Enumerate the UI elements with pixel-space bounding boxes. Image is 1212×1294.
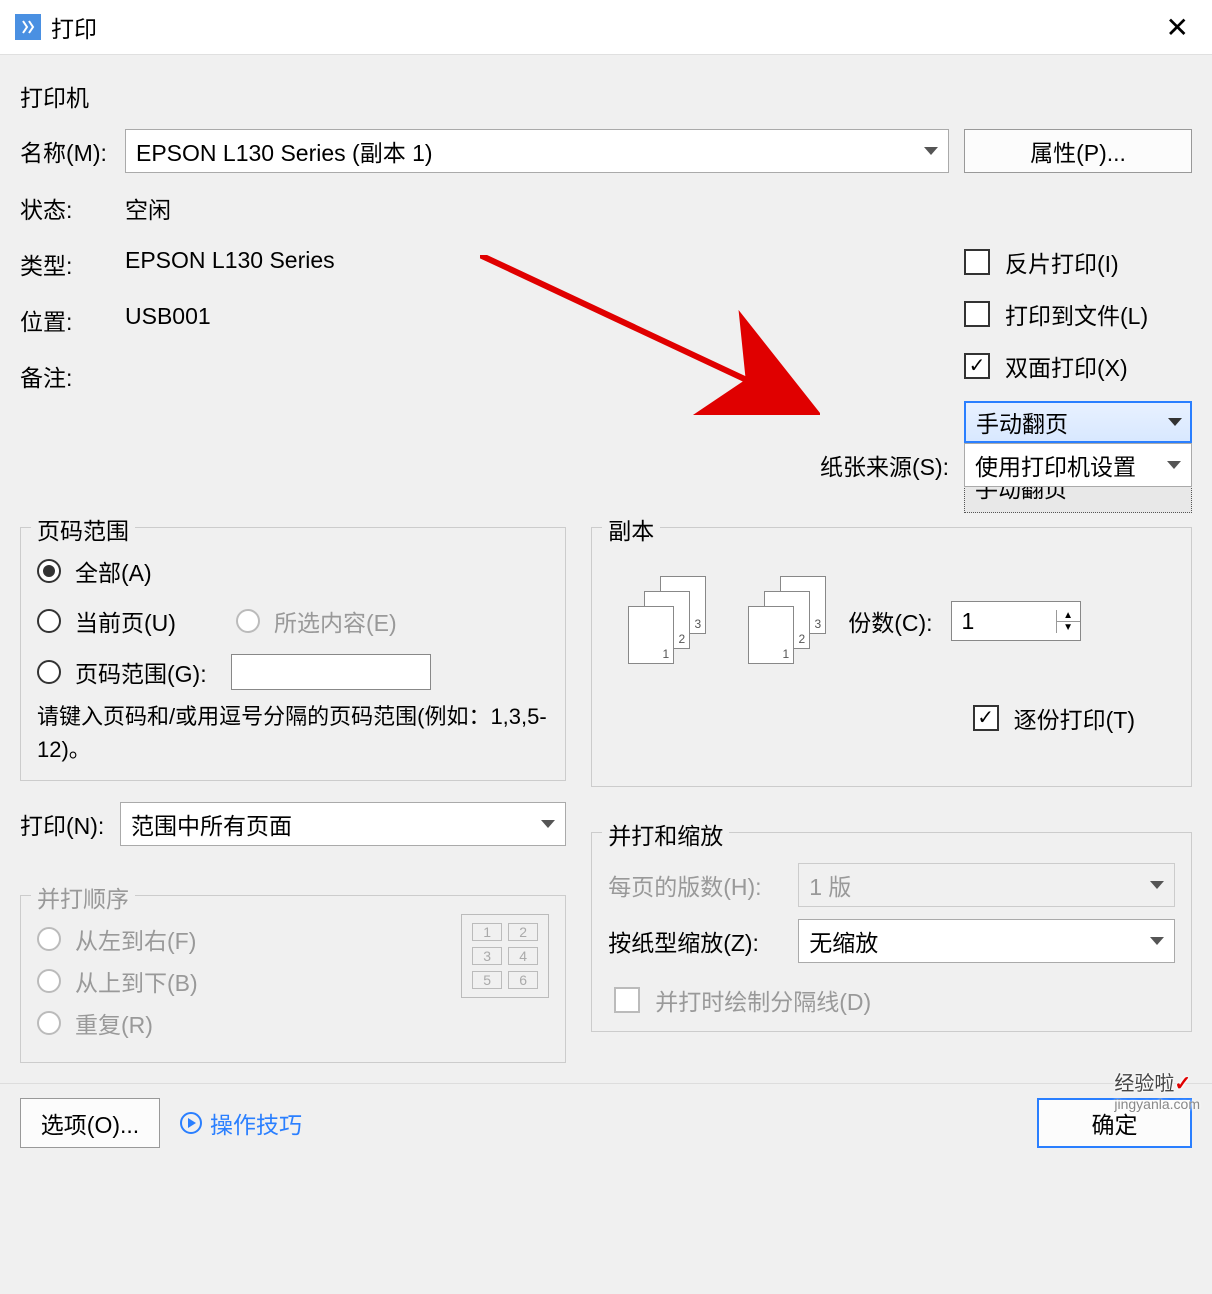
copies-count-label: 份数(C): bbox=[848, 604, 932, 638]
radio-icon bbox=[37, 1011, 61, 1035]
zoom-group: 并打和缩放 每页的版数(H): 1 版 按纸型缩放(Z): 无缩放 bbox=[591, 832, 1192, 1032]
checkbox-icon bbox=[964, 249, 990, 275]
chevron-down-icon bbox=[1150, 881, 1164, 889]
titlebar: 打印 ✕ bbox=[0, 0, 1212, 55]
chevron-down-icon bbox=[1167, 461, 1181, 469]
collate-checkbox[interactable]: 逐份打印(T) bbox=[608, 701, 1175, 735]
zoom-header: 并打和缩放 bbox=[602, 817, 729, 851]
chevron-down-icon bbox=[1150, 937, 1164, 945]
order-diagram: 123456 bbox=[461, 914, 549, 998]
order-group: 并打顺序 从左到右(F) 从上到下(B) bbox=[20, 895, 566, 1063]
printer-name-label: 名称(M): bbox=[20, 134, 125, 168]
scale-select[interactable]: 无缩放 bbox=[798, 919, 1175, 963]
window-title: 打印 bbox=[51, 10, 1158, 44]
copies-header: 副本 bbox=[602, 512, 660, 546]
status-label: 状态: bbox=[20, 191, 125, 225]
spin-down-icon[interactable]: ▼ bbox=[1056, 622, 1080, 633]
page-range-input[interactable] bbox=[231, 654, 431, 690]
printer-name-value: EPSON L130 Series (副本 1) bbox=[136, 134, 433, 168]
checkbox-icon bbox=[614, 987, 640, 1013]
radio-icon bbox=[37, 969, 61, 993]
copies-group: 副本 321 321 份数(C): 1 ▲ ▼ bbox=[591, 527, 1192, 787]
draw-border-checkbox: 并打时绘制分隔线(D) bbox=[614, 983, 1175, 1017]
range-current-radio[interactable]: 当前页(U) bbox=[37, 604, 176, 638]
page-range-hint: 请键入页码和/或用逗号分隔的页码范围(例如：1,3,5-12)。 bbox=[37, 700, 549, 766]
copies-count-input[interactable]: 1 ▲ ▼ bbox=[951, 601, 1081, 641]
order-tb-radio: 从上到下(B) bbox=[37, 964, 431, 998]
chevron-down-icon bbox=[924, 147, 938, 155]
print-to-file-checkbox[interactable]: 打印到文件(L) bbox=[964, 297, 1192, 331]
duplex-checkbox[interactable]: 双面打印(X) bbox=[964, 349, 1192, 383]
chevron-down-icon bbox=[541, 820, 555, 828]
checkbox-icon bbox=[964, 301, 990, 327]
page-range-group: 页码范围 全部(A) 当前页(U) 所选内容(E) bbox=[20, 527, 566, 781]
print-what-select[interactable]: 范围中所有页面 bbox=[120, 802, 566, 846]
play-icon bbox=[180, 1112, 202, 1134]
watermark: 经验啦✓ jingyanla.com bbox=[1114, 1067, 1200, 1112]
comment-label: 备注: bbox=[20, 359, 125, 393]
radio-icon bbox=[236, 609, 260, 633]
radio-icon bbox=[37, 660, 61, 684]
checkbox-icon-checked bbox=[964, 353, 990, 379]
tips-link[interactable]: 操作技巧 bbox=[180, 1106, 302, 1140]
options-button[interactable]: 选项(O)... bbox=[20, 1098, 160, 1148]
checkbox-icon-checked bbox=[973, 705, 999, 731]
range-selection-radio: 所选内容(E) bbox=[236, 604, 397, 638]
paper-source-select[interactable]: 使用打印机设置 bbox=[964, 443, 1192, 487]
radio-icon bbox=[37, 927, 61, 951]
close-icon[interactable]: ✕ bbox=[1158, 11, 1197, 44]
app-icon bbox=[15, 14, 41, 40]
spin-up-icon[interactable]: ▲ bbox=[1056, 610, 1080, 622]
range-pages-radio[interactable]: 页码范围(G): bbox=[37, 654, 549, 690]
mirror-print-checkbox[interactable]: 反片打印(I) bbox=[964, 245, 1192, 279]
page-range-header: 页码范围 bbox=[31, 512, 135, 546]
collate-diagram: 321 321 bbox=[608, 576, 818, 666]
paper-source-label: 纸张来源(S): bbox=[820, 448, 949, 482]
perpage-label: 每页的版数(H): bbox=[608, 868, 798, 902]
status-value: 空闲 bbox=[125, 191, 1192, 225]
printer-name-select[interactable]: EPSON L130 Series (副本 1) bbox=[125, 129, 949, 173]
print-what-label: 打印(N): bbox=[20, 807, 120, 841]
radio-selected-icon bbox=[37, 559, 61, 583]
properties-button[interactable]: 属性(P)... bbox=[964, 129, 1192, 173]
order-header: 并打顺序 bbox=[31, 880, 135, 914]
range-all-radio[interactable]: 全部(A) bbox=[37, 554, 549, 588]
order-lr-radio: 从左到右(F) bbox=[37, 922, 431, 956]
perpage-select: 1 版 bbox=[798, 863, 1175, 907]
location-label: 位置: bbox=[20, 303, 125, 337]
chevron-down-icon bbox=[1168, 418, 1182, 426]
duplex-mode-select[interactable]: 手动翻页 bbox=[964, 401, 1192, 443]
scale-label: 按纸型缩放(Z): bbox=[608, 924, 798, 958]
order-repeat-radio: 重复(R) bbox=[37, 1006, 431, 1040]
radio-icon bbox=[37, 609, 61, 633]
printer-section-header: 打印机 bbox=[20, 79, 1192, 113]
type-label: 类型: bbox=[20, 247, 125, 281]
